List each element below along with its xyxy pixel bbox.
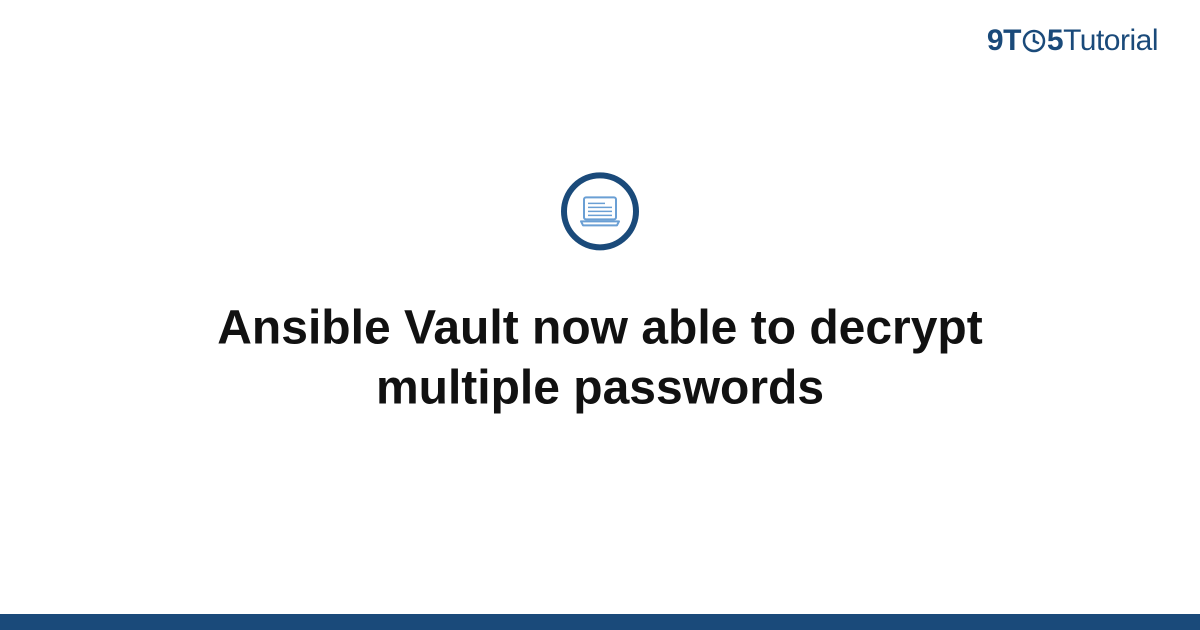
brand-logo: 9T5Tutorial xyxy=(987,24,1158,61)
main-content: Ansible Vault now able to decrypt multip… xyxy=(0,172,1200,418)
hero-icon-circle xyxy=(561,172,639,250)
footer-accent-bar xyxy=(0,614,1200,630)
page-title: Ansible Vault now able to decrypt multip… xyxy=(140,298,1060,418)
brand-five: 5 xyxy=(1047,24,1063,57)
laptop-icon xyxy=(579,195,621,227)
brand-t: T xyxy=(1003,24,1021,57)
clock-icon xyxy=(1022,27,1046,61)
brand-tutorial: Tutorial xyxy=(1063,24,1158,57)
brand-nine: 9 xyxy=(987,24,1003,57)
